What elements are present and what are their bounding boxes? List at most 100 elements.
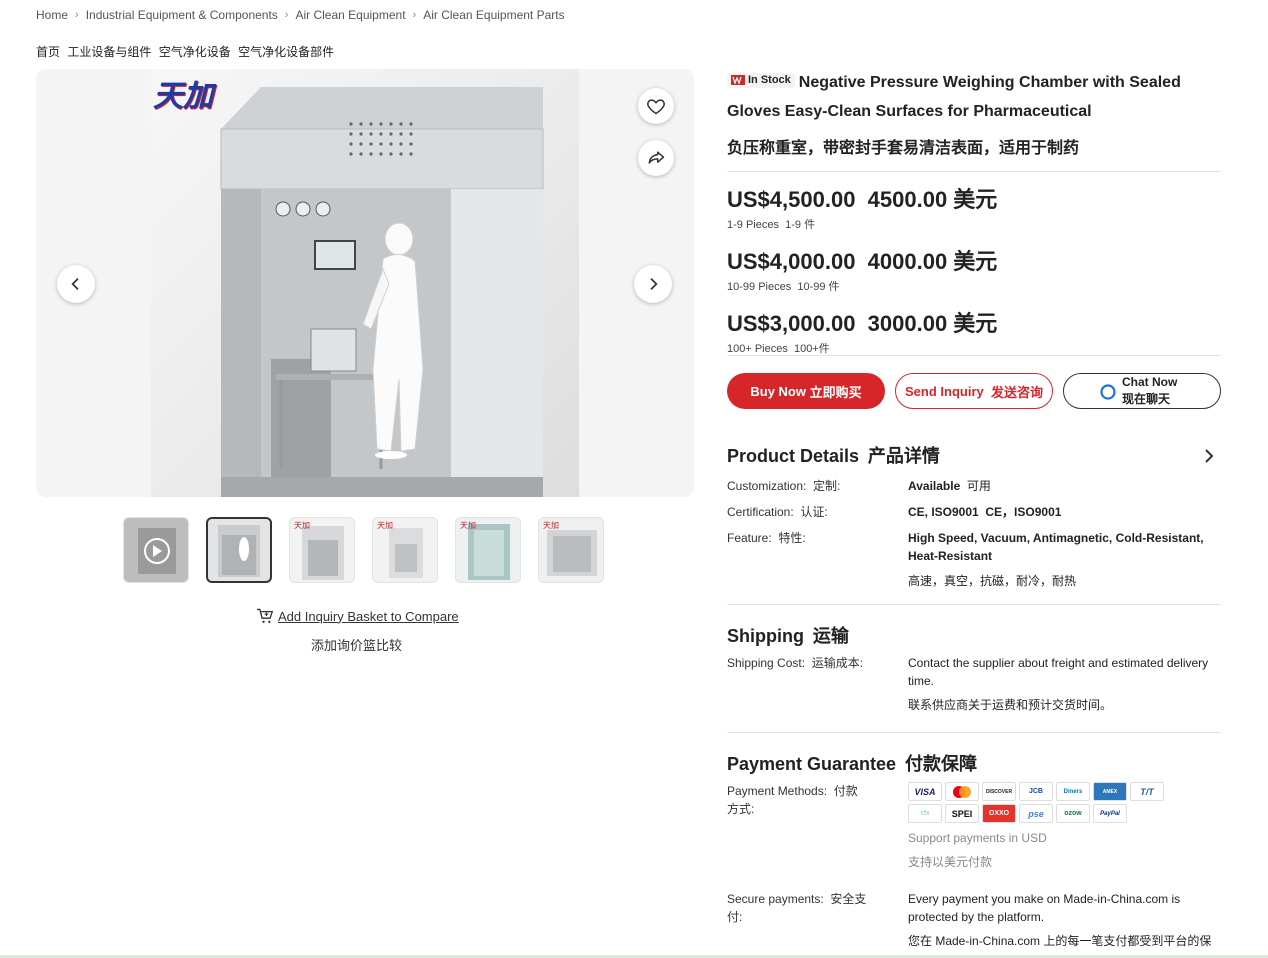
spec-label-feature: Feature: 特性: bbox=[727, 531, 806, 545]
thumbnail-3[interactable]: 天加 bbox=[372, 517, 438, 583]
price-tier-3: US$3,000.00 3000.00 美元 100+ Pieces 100+件 bbox=[727, 306, 1221, 356]
breadcrumb-home[interactable]: Home bbox=[36, 8, 68, 22]
divider bbox=[727, 355, 1221, 356]
cart-plus-icon bbox=[257, 608, 274, 623]
add-inquiry-basket-link[interactable]: Add Inquiry Basket to Compare bbox=[256, 608, 459, 624]
price-tier-1: US$4,500.00 4500.00 美元 1-9 Pieces 1-9 件 bbox=[727, 182, 1221, 232]
chat-now-button[interactable]: Chat Now 现在聊天 bbox=[1063, 373, 1221, 409]
prev-image-button[interactable] bbox=[57, 265, 95, 303]
thumbnail-1[interactable] bbox=[206, 517, 272, 583]
brand-logo: 天加 bbox=[153, 79, 213, 114]
breadcrumb-industrial[interactable]: Industrial Equipment & Components bbox=[86, 8, 278, 22]
buy-now-button[interactable]: Buy Now 立即购买 bbox=[727, 373, 885, 409]
breadcrumb-cn-item[interactable]: 工业设备与组件 bbox=[67, 45, 151, 59]
spec-value-feature: High Speed, Vacuum, Antimagnetic, Cold-R… bbox=[908, 531, 1204, 563]
product-main-image[interactable]: 天加 bbox=[151, 69, 579, 497]
ozow-icon: ozow bbox=[1056, 804, 1090, 823]
spec-label-certification: Certification: 认证: bbox=[727, 505, 828, 519]
breadcrumb-cn-item[interactable]: 首页 bbox=[36, 45, 60, 59]
pse-icon: pse bbox=[1019, 804, 1053, 823]
svg-text:天加: 天加 bbox=[460, 520, 476, 530]
spec-label-customization: Customization: 定制: bbox=[727, 479, 841, 493]
chevron-right-icon: › bbox=[284, 9, 289, 21]
buy-now-label-cn: 立即购买 bbox=[809, 384, 862, 400]
product-info: In Stock Negative Pressure Weighing Cham… bbox=[727, 68, 1221, 948]
stock-badge-label: In Stock bbox=[748, 73, 791, 86]
favorite-button[interactable] bbox=[638, 88, 674, 124]
jcb-icon: JCB bbox=[1019, 782, 1053, 801]
divider bbox=[727, 732, 1221, 733]
price-value: US$4,500.00 bbox=[727, 187, 856, 212]
payment-methods: VISA DISCOVER JCB Diners AMEX T/T cfx SP… bbox=[908, 782, 1221, 823]
price-value: US$4,000.00 bbox=[727, 249, 856, 274]
share-button[interactable] bbox=[638, 140, 674, 176]
price-qty: 100+ Pieces bbox=[727, 343, 788, 355]
shipping-cost-label: Shipping Cost: 运输成本: bbox=[727, 656, 864, 670]
thumbnail-image: 天加 bbox=[294, 520, 344, 580]
stock-badge: In Stock bbox=[727, 72, 795, 88]
shipping-title: Shipping bbox=[727, 626, 804, 646]
breadcrumb: Home › Industrial Equipment & Components… bbox=[36, 8, 565, 22]
shipping-cost-value-cn: 联系供应商关于运费和预计交货时间。 bbox=[908, 698, 1113, 712]
product-title: In Stock Negative Pressure Weighing Cham… bbox=[727, 68, 1221, 126]
price-value-cn: 3000.00 美元 bbox=[867, 311, 998, 336]
buy-now-label: Buy Now bbox=[750, 383, 806, 399]
chevron-right-icon: › bbox=[412, 9, 417, 21]
chat-now-label-cn: 现在聊天 bbox=[1122, 392, 1171, 406]
breadcrumb-cn-item[interactable]: 空气净化设备 bbox=[159, 45, 231, 59]
product-details-header[interactable]: Product Details 产品详情 bbox=[727, 442, 1221, 468]
breadcrumb-cn-item[interactable]: 空气净化设备部件 bbox=[238, 45, 334, 59]
chat-now-label: Chat Now bbox=[1122, 375, 1178, 389]
heart-icon bbox=[647, 99, 665, 115]
compare-label[interactable]: Add Inquiry Basket to Compare bbox=[278, 609, 459, 624]
spec-value-certification: CE, ISO9001 CE，ISO9001 bbox=[908, 505, 1062, 519]
thumbnail-image: 天加 bbox=[543, 520, 597, 576]
thumbnail-4[interactable]: 天加 bbox=[455, 517, 521, 583]
thumbnail-video[interactable] bbox=[123, 517, 189, 583]
visa-icon: VISA bbox=[908, 782, 942, 801]
spec-value-feature-cn: 高速，真空，抗磁，耐冷，耐热 bbox=[908, 574, 1077, 588]
svg-text:天加: 天加 bbox=[294, 520, 310, 530]
thumbnail-5[interactable]: 天加 bbox=[538, 517, 604, 583]
payment-title-cn: 付款保障 bbox=[904, 754, 977, 774]
breadcrumb-air-clean[interactable]: Air Clean Equipment bbox=[295, 8, 405, 22]
product-details-title: Product Details bbox=[727, 446, 860, 466]
price-qty-cn: 100+件 bbox=[793, 343, 830, 355]
price-value-cn: 4500.00 美元 bbox=[867, 187, 998, 212]
payment-methods-label: Payment Methods: 付款方式: bbox=[727, 784, 858, 816]
send-inquiry-label: Send Inquiry bbox=[905, 383, 984, 399]
thumbnail-image: 天加 bbox=[377, 520, 423, 578]
thumbnail-2[interactable]: 天加 bbox=[289, 517, 355, 583]
send-inquiry-button[interactable]: Send Inquiry 发送咨询 bbox=[895, 373, 1053, 409]
breadcrumb-cn: 首页 工业设备与组件 空气净化设备 空气净化设备部件 bbox=[36, 43, 338, 60]
product-details-title-cn: 产品详情 bbox=[867, 446, 940, 466]
shipping-header: Shipping 运输 bbox=[727, 622, 849, 648]
shipping-cost-value: Contact the supplier about freight and e… bbox=[908, 656, 1209, 688]
chevron-right-icon bbox=[650, 278, 658, 290]
cfx-icon: cfx bbox=[908, 804, 942, 823]
spec-value-customization: Available 可用 bbox=[908, 479, 991, 493]
send-inquiry-label-cn: 发送咨询 bbox=[990, 384, 1043, 400]
price-value: US$3,000.00 bbox=[727, 311, 856, 336]
divider bbox=[727, 171, 1221, 172]
breadcrumb-parts[interactable]: Air Clean Equipment Parts bbox=[423, 8, 564, 22]
price-qty-cn: 1-9 件 bbox=[785, 219, 816, 231]
price-value-cn: 4000.00 美元 bbox=[867, 249, 998, 274]
payment-header: Payment Guarantee 付款保障 bbox=[727, 750, 977, 776]
shipping-title-cn: 运输 bbox=[812, 626, 849, 646]
product-title-text: Negative Pressure Weighing Chamber with … bbox=[727, 74, 1181, 120]
payment-title: Payment Guarantee bbox=[727, 754, 897, 774]
thumbnail-strip: 天加 天加 天加 天加 bbox=[123, 517, 604, 583]
mastercard-icon bbox=[945, 782, 979, 801]
thumbnail-image: 天加 bbox=[460, 520, 510, 580]
chevron-left-icon bbox=[71, 278, 79, 290]
secure-payments-value-cn: 您在 Made-in-China.com 上的每一笔支付都受到平台的保 bbox=[908, 934, 1212, 948]
next-image-button[interactable] bbox=[634, 265, 672, 303]
amex-icon: AMEX bbox=[1093, 782, 1127, 801]
payment-support-text-cn: 支持以美元付款 bbox=[908, 855, 993, 869]
chevron-right-icon[interactable] bbox=[1203, 449, 1215, 463]
chevron-right-icon: › bbox=[75, 9, 79, 21]
thumbnail-image bbox=[218, 525, 260, 577]
spei-icon: SPEI bbox=[945, 804, 979, 823]
weighing-chamber-illustration bbox=[220, 87, 544, 497]
